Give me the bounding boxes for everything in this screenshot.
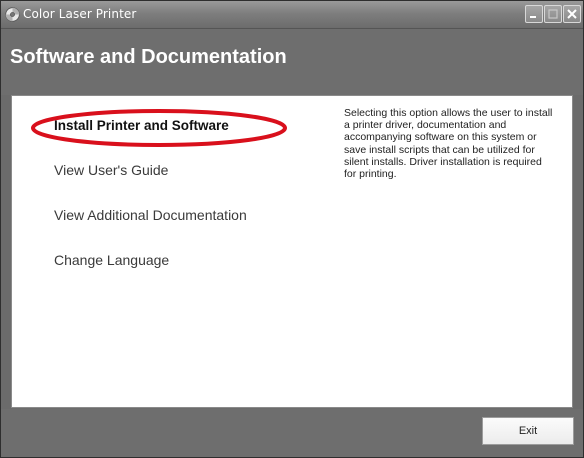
exit-button[interactable]: Exit (482, 417, 574, 445)
page-title: Software and Documentation (10, 46, 287, 68)
menu-item-additional-docs[interactable]: View Additional Documentation (54, 207, 247, 223)
menu-item-install[interactable]: Install Printer and Software (54, 118, 229, 133)
title-bar[interactable]: Color Laser Printer (1, 1, 583, 29)
content-panel: Install Printer and Software View User's… (11, 95, 573, 408)
maximize-button[interactable] (544, 5, 562, 23)
menu-item-users-guide[interactable]: View User's Guide (54, 162, 168, 178)
maximize-icon (548, 9, 558, 19)
window-title: Color Laser Printer (23, 7, 137, 21)
app-disc-icon (5, 7, 20, 22)
close-icon (567, 9, 577, 19)
minimize-button[interactable] (525, 5, 543, 23)
header-band: Software and Documentation (1, 29, 583, 95)
minimize-icon (530, 16, 536, 18)
installer-window: Color Laser Printer Software and Documen… (0, 0, 584, 458)
option-description: Selecting this option allows the user to… (344, 107, 553, 181)
close-button[interactable] (563, 5, 581, 23)
menu-item-change-language[interactable]: Change Language (54, 252, 169, 268)
